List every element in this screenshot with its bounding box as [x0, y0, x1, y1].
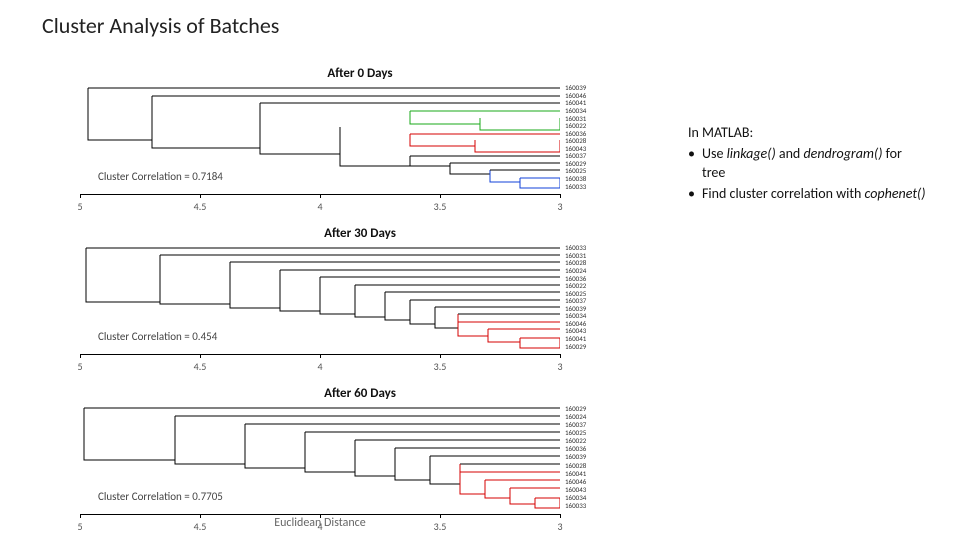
sidebar-item-0: Use linkage() and dendrogram() for tree	[688, 145, 928, 183]
slide-title: Cluster Analysis of Batches	[42, 12, 279, 39]
leaf-labels-1: 1600331600311600281600241600361600221600…	[565, 244, 635, 350]
corr-label-0: Cluster Correlation = 0.7184	[98, 170, 223, 183]
sidebar-text: In MATLAB: Use linkage() and dendrogram(…	[688, 124, 928, 206]
leaf-label: 160041	[565, 335, 635, 342]
x-axis-label: Euclidean Distance	[80, 516, 560, 530]
x-axis-1: 5 4.5 4 3.5 3	[80, 354, 560, 380]
leaf-label: 160028	[565, 462, 635, 469]
x-axis-0: 5 4.5 4 3.5 3	[80, 194, 560, 220]
dendrogram-column: After 0 Days	[80, 70, 640, 550]
corr-label-1: Cluster Correlation = 0.454	[98, 330, 217, 343]
leaf-label: 160046	[565, 478, 635, 485]
leaf-labels-2: 1600291600241600371600251600221600361600…	[565, 404, 635, 510]
leaf-label: 160024	[565, 413, 635, 420]
leaf-label: 160036	[565, 445, 635, 452]
leaf-label: 160039	[565, 453, 635, 460]
leaf-label: 160033	[565, 502, 635, 509]
leaf-label: 160038	[565, 175, 635, 182]
leaf-label: 160041	[565, 470, 635, 477]
leaf-label: 160024	[565, 267, 635, 274]
leaf-label: 160043	[565, 486, 635, 493]
leaf-label: 160025	[565, 429, 635, 436]
panel-title-1: After 30 Days	[80, 226, 640, 241]
sidebar-item-1: Find cluster correlation with cophenet()	[688, 185, 928, 204]
leaf-label: 160034	[565, 494, 635, 501]
dendro-panel-0: After 0 Days	[80, 70, 640, 220]
leaf-label: 160029	[565, 405, 635, 412]
panel-title-0: After 0 Days	[80, 66, 640, 81]
leaf-label: 160022	[565, 437, 635, 444]
sidebar-intro: In MATLAB:	[688, 124, 928, 143]
panel-title-2: After 60 Days	[80, 386, 640, 401]
leaf-label: 160033	[565, 183, 635, 190]
leaf-label: 160034	[565, 107, 635, 114]
leaf-label: 160029	[565, 343, 635, 350]
dendro-panel-1: After 30 Days	[80, 230, 640, 380]
leaf-labels-0: 1600391600461600411600341600311600221600…	[565, 84, 635, 190]
leaf-label: 160037	[565, 421, 635, 428]
corr-label-2: Cluster Correlation = 0.7705	[98, 490, 223, 503]
